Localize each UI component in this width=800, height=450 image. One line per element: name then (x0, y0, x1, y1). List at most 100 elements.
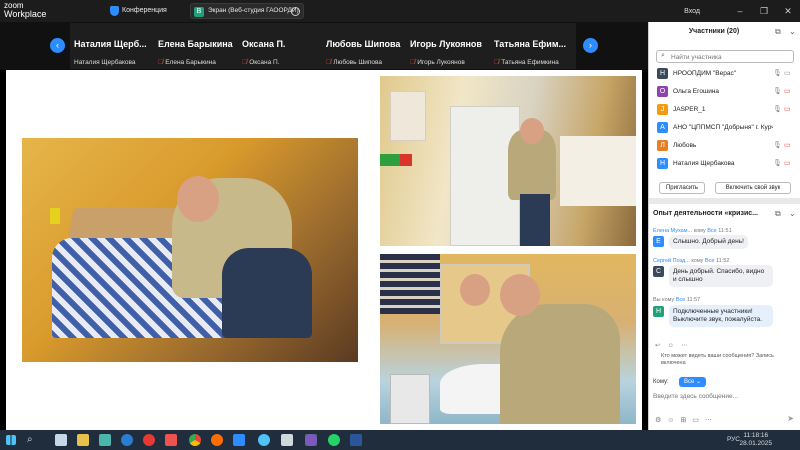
task-view-icon[interactable] (55, 434, 67, 446)
participant-name: Ольга Егошина (673, 88, 720, 95)
participant-search[interactable]: ⌕ (656, 50, 794, 63)
tile-name-small: 🎙̸ Любовь Шипова (326, 59, 383, 66)
share-title: Экран (Веб-студия ГАООРДИ) (208, 7, 299, 14)
invite-button[interactable]: Пригласить (659, 182, 705, 194)
notepad-icon[interactable] (281, 434, 293, 446)
telegram-icon[interactable] (258, 434, 270, 446)
maximize-icon[interactable]: ❐ (752, 0, 776, 22)
participant-row[interactable]: J JASPER_1 🎙 ▭ (657, 104, 797, 117)
message-header: Сергей Позд... кому Все 11:52 (653, 258, 730, 264)
chrome-icon[interactable] (189, 434, 201, 446)
windows-taskbar: ⌕ РУС 11:18:16 28.01.2025 (0, 430, 800, 450)
unmute-button[interactable]: Включить свой звук (715, 182, 791, 194)
video-tile[interactable]: Оксана П. 🎙̸ Оксана П. (238, 23, 322, 69)
avatar: О (657, 86, 668, 97)
mic-icon: 🎙 (773, 106, 782, 113)
start-icon[interactable] (6, 435, 16, 445)
photo-bed-making (22, 138, 358, 362)
tile-name-small: 🎙̸ Елена Барыкина (158, 59, 216, 66)
participant-row[interactable]: Н НРООПДИМ "Верас" 🎙 ▭ (657, 68, 797, 81)
chat-input[interactable] (653, 390, 797, 402)
avatar: Н (657, 68, 668, 79)
avatar: Е (653, 236, 664, 247)
file-explorer-icon[interactable] (77, 434, 89, 446)
chat-title: Опыт деятельности «кризис... (653, 210, 758, 217)
participant-row[interactable]: А АНО "ЦППМСП "Добрыня" г. Курч... (657, 122, 797, 135)
participant-row[interactable]: Л Любовь 🎙 ▭ (657, 140, 797, 153)
video-tile[interactable]: Елена Барыкина 🎙̸ Елена Барыкина (154, 23, 238, 69)
participant-name: НРООПДИМ "Верас" (673, 70, 737, 77)
shared-screen (0, 70, 648, 430)
yandex-browser-icon[interactable] (143, 434, 155, 446)
screen-share-indicator[interactable]: В Экран (Веб-студия ГАООРДИ) (190, 3, 304, 19)
minimize-icon[interactable]: – (728, 0, 752, 22)
meeting-label: Конференция (122, 7, 167, 14)
gallery-strip: Наталия Щерб... Наталия Щербакова Елена … (70, 23, 576, 69)
video-off-icon: ▭ (784, 106, 791, 113)
tile-name-small: Наталия Щербакова (74, 59, 136, 66)
search-icon: ⌕ (661, 52, 665, 59)
share-avatar: В (194, 7, 204, 17)
tile-name-large: Наталия Щерб... (74, 39, 147, 49)
search-input[interactable] (671, 52, 789, 62)
video-icon: ▭ (784, 70, 791, 77)
yandex-icon[interactable] (165, 434, 177, 446)
zoom-logo: zoom Workplace (4, 1, 46, 19)
firefox-icon[interactable] (211, 434, 223, 446)
clock[interactable]: 11:18:16 28.01.2025 (739, 432, 772, 448)
word-icon[interactable] (350, 434, 362, 446)
participant-name: Любовь (673, 142, 697, 149)
tile-name-large: Татьяна Ефим... (494, 39, 566, 49)
participant-name: АНО "ЦППМСП "Добрыня" г. Курч... (673, 124, 773, 131)
chat-toolbar[interactable]: ⚙☺⊞▭⋯ (655, 416, 718, 424)
participants-header: Участники (20) ⧉ ⌄ (649, 22, 800, 42)
viber-icon[interactable] (305, 434, 317, 446)
recipient-dropdown[interactable]: Все ⌄ (679, 377, 707, 387)
video-tile[interactable]: Любовь Шипова 🎙̸ Любовь Шипова (322, 23, 406, 69)
participant-row[interactable]: О Ольга Егошина 🎙 ▭ (657, 86, 797, 99)
prev-page-icon[interactable]: ‹ (50, 38, 65, 53)
video-strip: ‹ Наталия Щерб... Наталия Щербакова Елен… (0, 22, 648, 70)
next-page-icon[interactable]: › (583, 38, 598, 53)
presentation-slide (6, 70, 642, 430)
video-tile[interactable]: Игорь Лукоянов 🎙̸ Игорь Лукоянов (406, 23, 490, 69)
close-panel-icon[interactable]: ⌄ (789, 27, 796, 36)
tile-name-large: Оксана П. (242, 39, 286, 49)
popout-icon[interactable]: ⧉ (775, 209, 781, 219)
chat-message: Подключенные участники! Выключите звук, … (669, 305, 773, 327)
search-icon[interactable]: ⌕ (27, 434, 33, 445)
zoom-taskbar-icon[interactable] (233, 434, 245, 446)
participant-name: Наталия Щербакова (673, 160, 735, 167)
mic-icon: 🎙 (773, 160, 782, 167)
mic-icon: 🎙 (773, 70, 782, 77)
tile-name-small: 🎙̸ Татьяна Ефимкина (494, 59, 559, 66)
avatar: Н (657, 158, 668, 169)
reaction-icons[interactable]: ↩ ☺ ⋯ (655, 342, 691, 349)
send-icon[interactable]: ➤ (787, 414, 794, 423)
visibility-hint[interactable]: Кто может видеть ваши сообщения? Запись … (661, 353, 797, 367)
participants-title: Участники (20) (688, 28, 740, 35)
participant-row[interactable]: Н Наталия Щербакова 🎙 ▭ (657, 158, 797, 171)
tile-name-large: Елена Барыкина (158, 39, 233, 49)
tile-name-small: 🎙̸ Оксана П. (242, 59, 280, 66)
participant-name: JASPER_1 (673, 106, 706, 113)
video-tile[interactable]: Наталия Щерб... Наталия Щербакова (70, 23, 154, 69)
message-header: Вы кому Все 11:57 (653, 297, 701, 303)
share-options-icon[interactable] (291, 7, 300, 16)
close-icon[interactable]: ✕ (776, 0, 800, 22)
avatar: Н (653, 306, 664, 317)
popout-icon[interactable]: ⧉ (775, 27, 781, 37)
language-indicator[interactable]: РУС (727, 436, 740, 443)
video-off-icon: ▭ (784, 160, 791, 167)
message-header: Елена Мухам... кому Все 11:51 (653, 228, 732, 234)
shield-icon[interactable] (110, 6, 119, 16)
mic-icon: 🎙 (773, 88, 782, 95)
video-tile[interactable]: Татьяна Ефим... 🎙̸ Татьяна Ефимкина (490, 23, 574, 69)
app-icon[interactable] (99, 434, 111, 446)
to-label: Кому: (653, 379, 669, 385)
collapse-chat-icon[interactable]: ⌄ (789, 209, 796, 218)
edge-icon[interactable] (121, 434, 133, 446)
signin-link[interactable]: Вход (684, 8, 700, 15)
whatsapp-icon[interactable] (328, 434, 340, 446)
mic-icon: 🎙 (773, 142, 782, 149)
